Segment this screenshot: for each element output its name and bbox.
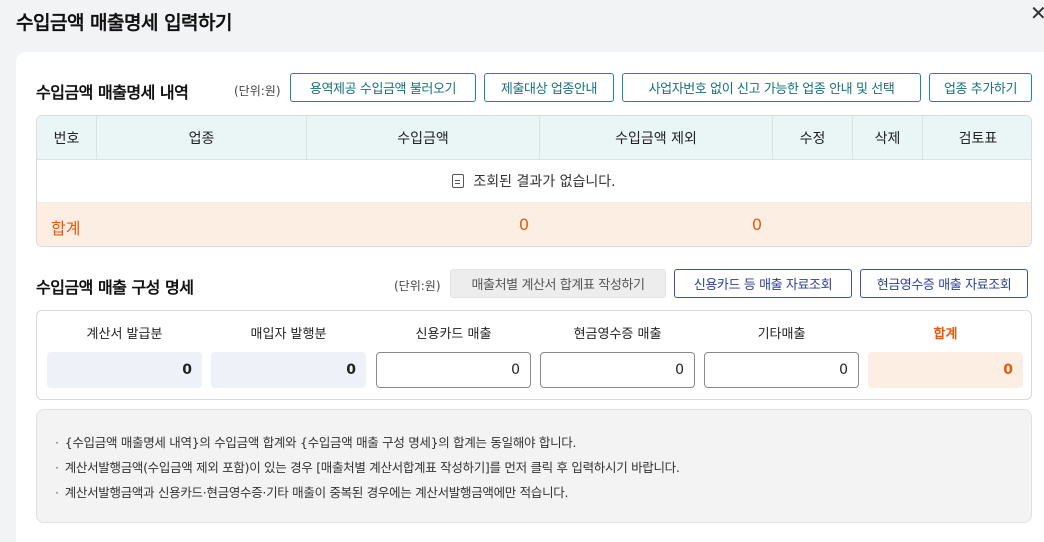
note-item: {수입금액 매출명세 내역}의 수입금액 합계와 {수입금액 매출 구성 명세}… [55, 430, 1013, 455]
column-header-industry: 업종 [97, 116, 307, 160]
total-label: 합계 [51, 219, 81, 238]
load-service-revenue-button[interactable]: 용역제공 수입금액 불러오기 [290, 73, 476, 102]
column-header-delete: 삭제 [853, 116, 923, 160]
unit-label-2: (단위:원) [394, 279, 441, 293]
column-header-review: 검토표 [958, 131, 998, 147]
total-row: 합계 0 0 [37, 203, 1031, 246]
invoice-summary-button[interactable]: 매출처별 계산서 합계표 작성하기 [450, 269, 666, 298]
label-invoice-issued: 계산서 발급분 [86, 327, 163, 342]
content-panel: 수입금액 매출명세 내역 (단위:원) 용역제공 수입금액 불러오기 제출대상 … [16, 52, 1044, 542]
unit-label: (단위:원) [234, 84, 281, 98]
credit-card-sales-input[interactable]: 0 [376, 352, 531, 388]
table-header: 번호 업종 수입금액 수입금액 제외 수정 삭제 검토표 [37, 116, 1031, 160]
note-item: 계산서발행금액(수입금액 제외 포함)이 있는 경우 [매출처별 계산서합계표 … [55, 455, 1013, 480]
section-title-sales-composition: 수입금액 매출 구성 명세 [36, 278, 194, 297]
label-cash-receipt-sales: 현금영수증 매출 [573, 327, 662, 342]
total-revenue-value: 0 [518, 215, 529, 234]
sales-details-table: 번호 업종 수입금액 수입금액 제외 수정 삭제 검토표 조회된 결과가 없습니… [36, 115, 1032, 247]
column-header-number: 번호 [37, 116, 97, 160]
label-other-sales: 기타매출 [757, 327, 806, 342]
label-credit-card-sales: 신용카드 매출 [415, 327, 492, 342]
column-header-edit: 수정 [773, 116, 853, 160]
label-composition-total: 합계 [933, 327, 958, 342]
cash-receipt-sales-input[interactable]: 0 [540, 352, 695, 388]
empty-result-row: 조회된 결과가 없습니다. [37, 160, 1031, 203]
note-item: 계산서발행금액과 신용카드·현금영수증·기타 매출이 중복된 경우에는 계산서발… [55, 480, 1013, 505]
credit-card-sales-lookup-button[interactable]: 신용카드 등 매출 자료조회 [674, 269, 852, 298]
other-sales-input[interactable]: 0 [704, 352, 859, 388]
cash-receipt-sales-lookup-button[interactable]: 현금영수증 매출 자료조회 [860, 269, 1028, 298]
close-icon[interactable]: ✕ [1030, 3, 1044, 23]
column-header-revenue: 수입금액 [307, 116, 540, 160]
notes-box: {수입금액 매출명세 내역}의 수입금액 합계와 {수입금액 매출 구성 명세}… [36, 409, 1032, 523]
submission-industry-guide-button[interactable]: 제출대상 업종안내 [484, 73, 614, 102]
document-icon [452, 174, 465, 188]
composition-total-value: 0 [868, 352, 1023, 388]
label-buyer-issued: 매입자 발행분 [250, 327, 327, 342]
no-business-number-industry-button[interactable]: 사업자번호 없이 신고 가능한 업종 안내 및 선택 [622, 73, 921, 102]
modal-title: 수입금액 매출명세 입력하기 [16, 12, 233, 34]
sales-composition-box: 계산서 발급분 매입자 발행분 신용카드 매출 현금영수증 매출 기타매출 합계… [36, 310, 1032, 400]
add-industry-button[interactable]: 업종 추가하기 [929, 73, 1032, 102]
buyer-issued-value: 0 [211, 352, 366, 388]
empty-message: 조회된 결과가 없습니다. [473, 174, 616, 190]
section-title-sales-details: 수입금액 매출명세 내역 [36, 83, 189, 102]
column-header-revenue-excluded: 수입금액 제외 [540, 116, 773, 160]
total-excluded-value: 0 [751, 215, 762, 234]
invoice-issued-value: 0 [47, 352, 202, 388]
